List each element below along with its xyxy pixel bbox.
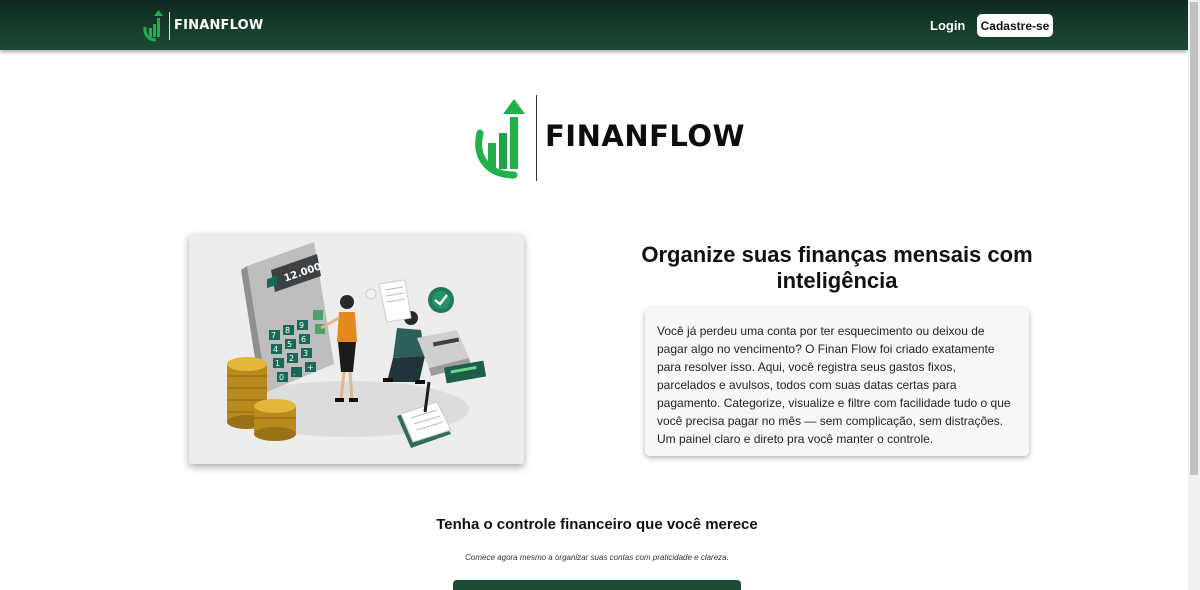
- hero-logo-divider: [536, 95, 537, 181]
- nav-brand-divider: [169, 11, 170, 40]
- key-6: 6: [301, 335, 306, 344]
- signup-button[interactable]: Cadastre-se: [977, 14, 1053, 37]
- scrollbar-thumb[interactable]: [1190, 2, 1198, 475]
- login-link[interactable]: Login: [930, 18, 965, 33]
- finanflow-hero-logo-icon: [475, 99, 525, 179]
- receipt-icon: [365, 279, 412, 323]
- nav-brand-text: FINANFLOW: [174, 18, 264, 33]
- payment-terminal-icon: [417, 330, 487, 384]
- key-9: 9: [299, 321, 304, 330]
- key-2: 2: [289, 354, 294, 363]
- cta-subtitle: Comece agora mesmo a organizar suas cont…: [465, 553, 729, 562]
- page-scrollbar[interactable]: [1188, 0, 1200, 590]
- key-3: 3: [303, 349, 308, 358]
- intro-description-card: Você já perdeu uma conta por ter esqueci…: [645, 308, 1029, 456]
- key-4: 4: [273, 345, 278, 354]
- navbar: FINANFLOW Login Cadastre-se: [0, 0, 1188, 50]
- key-0: 0: [279, 373, 284, 382]
- cta-title: Tenha o controle financeiro que você mer…: [436, 516, 758, 533]
- hero-logo-text: FINANFLOW: [545, 119, 745, 153]
- finanflow-logo-icon: [143, 10, 163, 42]
- key-dot: .: [293, 368, 296, 377]
- key-8: 8: [285, 326, 290, 335]
- intro-headline: Organize suas finanças mensais com intel…: [641, 242, 1033, 293]
- key-plus: +: [307, 363, 314, 372]
- finance-illustration: 12.000 7 8 9 4 5 6 1 2 3 0 . +: [189, 234, 524, 464]
- cta-button[interactable]: [453, 580, 741, 590]
- intro-description: Você já perdeu uma conta por ter esqueci…: [657, 324, 1011, 446]
- hero-logo: FINANFLOW: [474, 95, 744, 181]
- check-badge-icon: [428, 287, 454, 313]
- key-5: 5: [287, 340, 292, 349]
- nav-brand-link[interactable]: FINANFLOW: [143, 9, 263, 42]
- key-7: 7: [271, 331, 276, 340]
- key-1: 1: [275, 359, 280, 368]
